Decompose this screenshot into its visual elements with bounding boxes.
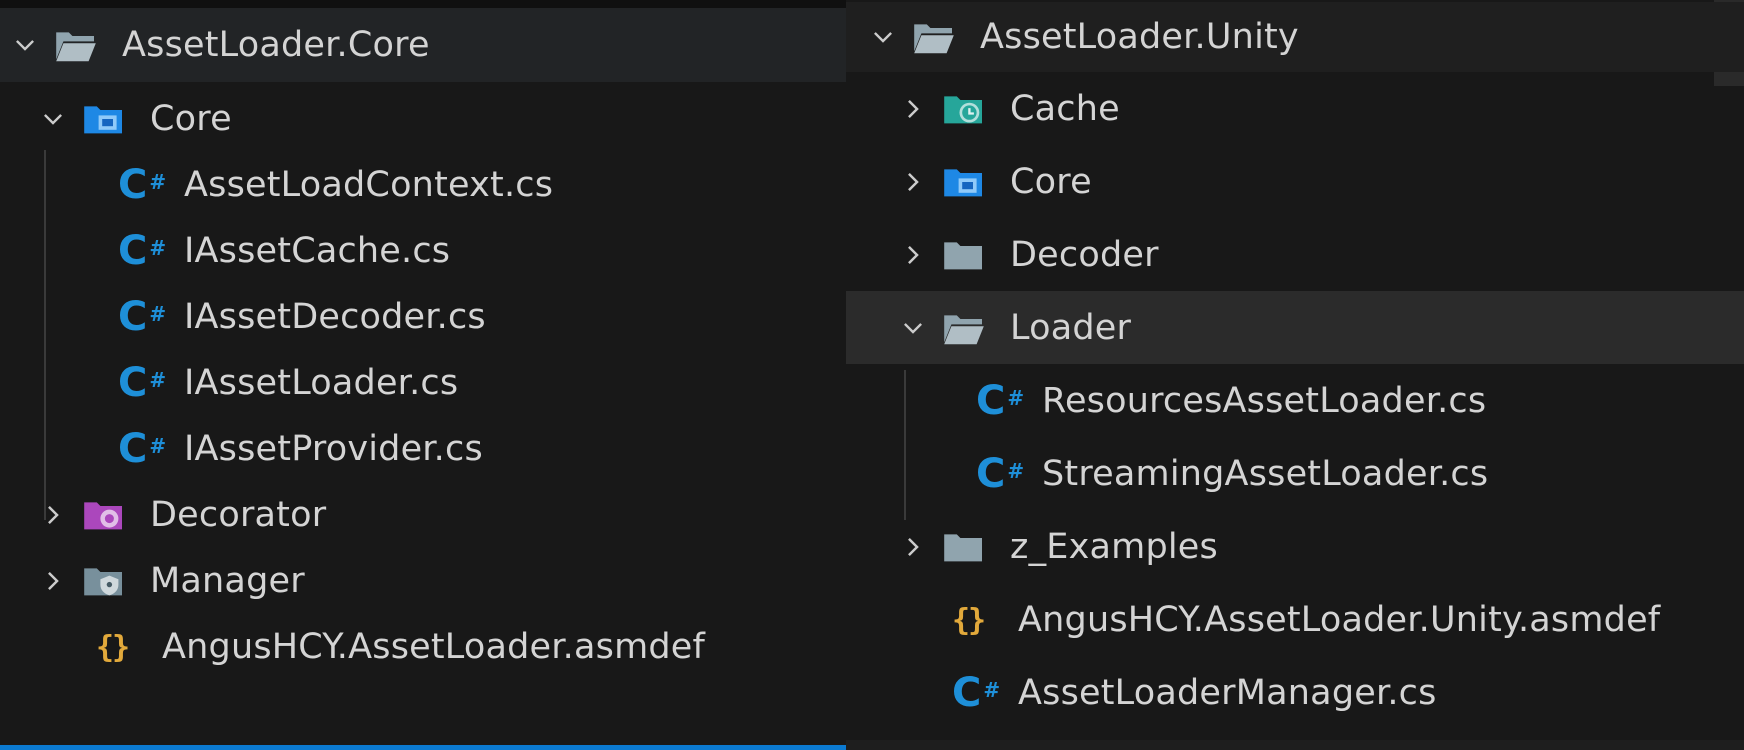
tree-file-iassetcache[interactable]: C # IAssetCache.cs (0, 214, 846, 288)
focus-indicator-bar (0, 745, 846, 750)
tree-item-label: IAssetProvider.cs (184, 429, 483, 469)
chevron-right-icon[interactable] (898, 94, 928, 124)
csharp-icon: C # (118, 228, 167, 274)
tree-file-streamingassetloader[interactable]: C # StreamingAssetLoader.cs (846, 437, 1744, 511)
chevron-right-icon[interactable] (898, 167, 928, 197)
tree-folder-z-examples[interactable]: z_Examples (846, 510, 1744, 584)
tree-root-label: AssetLoader.Unity (980, 17, 1299, 57)
folder-icon (942, 527, 992, 567)
tree-folder-loader[interactable]: Loader (846, 291, 1744, 364)
explorer-pane-left: AssetLoader.Core Core C # AssetLoadContex… (0, 0, 846, 750)
tree-item-label: Loader (1010, 307, 1132, 348)
folder-manager-icon (82, 561, 132, 601)
tree-item-label: AngusHCY.AssetLoader.asmdef (162, 627, 706, 667)
csharp-icon: C # (118, 294, 167, 340)
folder-cache-icon (942, 89, 992, 129)
tree-folder-core[interactable]: Core (0, 82, 846, 156)
next-row-partial (846, 740, 1744, 750)
tree-item-label: IAssetLoader.cs (184, 363, 459, 403)
tree-item-label: Manager (150, 561, 305, 601)
tree-file-iassetdecoder[interactable]: C # IAssetDecoder.cs (0, 280, 846, 354)
csharp-icon: C # (976, 378, 1025, 424)
tree-folder-decorator[interactable]: Decorator (0, 478, 846, 552)
json-braces-icon: {} (952, 602, 986, 638)
tree-file-resourcesassetloader[interactable]: C # ResourcesAssetLoader.cs (846, 364, 1744, 438)
csharp-icon: C # (952, 670, 1001, 716)
chevron-right-icon[interactable] (898, 240, 928, 270)
chevron-right-icon[interactable] (38, 566, 68, 596)
tree-file-assetloadermanager[interactable]: C # AssetLoaderManager.cs (846, 656, 1744, 730)
csharp-icon: C # (118, 162, 167, 208)
chevron-down-icon[interactable] (898, 313, 928, 343)
chevron-down-icon[interactable] (38, 104, 68, 134)
tree-item-label: AssetLoaderManager.cs (1018, 673, 1437, 713)
tree-folder-manager[interactable]: Manager (0, 544, 846, 618)
tree-folder-decoder[interactable]: Decoder (846, 218, 1744, 292)
tree-item-label: Decoder (1010, 235, 1159, 275)
tree-folder-core[interactable]: Core (846, 145, 1744, 219)
top-strip (0, 0, 846, 8)
tree-item-label: IAssetCache.cs (184, 231, 451, 271)
tree-item-label: IAssetDecoder.cs (184, 297, 486, 337)
tree-folder-cache[interactable]: Cache (846, 72, 1744, 146)
csharp-icon: C # (118, 360, 167, 406)
tree-item-label: AssetLoadContext.cs (184, 165, 554, 205)
tree-file-iassetloader[interactable]: C # IAssetLoader.cs (0, 346, 846, 420)
chevron-down-icon[interactable] (10, 30, 40, 60)
tree-item-label: Core (150, 99, 232, 139)
folder-core-icon (942, 162, 992, 202)
tree-root-assetloader-unity[interactable]: AssetLoader.Unity (846, 2, 1744, 72)
folder-open-icon (942, 308, 992, 348)
tree-item-label: AngusHCY.AssetLoader.Unity.asmdef (1018, 600, 1661, 640)
tree-root-assetloader-core[interactable]: AssetLoader.Core (0, 8, 846, 82)
tree-item-label: ResourcesAssetLoader.cs (1042, 381, 1487, 421)
json-braces-icon: {} (96, 629, 130, 665)
csharp-icon: C # (976, 451, 1025, 497)
csharp-icon: C # (118, 426, 167, 472)
tree-item-label: StreamingAssetLoader.cs (1042, 454, 1489, 494)
tree-item-label: Decorator (150, 495, 327, 535)
tree-root-label: AssetLoader.Core (122, 25, 430, 65)
chevron-right-icon[interactable] (898, 532, 928, 562)
folder-open-icon (54, 25, 104, 65)
chevron-down-icon[interactable] (868, 22, 898, 52)
tree-file-assetloadcontext[interactable]: C # AssetLoadContext.cs (0, 148, 846, 222)
tree-file-unity-asmdef[interactable]: {} AngusHCY.AssetLoader.Unity.asmdef (846, 583, 1744, 657)
tree-item-label: Core (1010, 162, 1092, 202)
tree-item-label: Cache (1010, 89, 1120, 129)
tree-file-iassetprovider[interactable]: C # IAssetProvider.cs (0, 412, 846, 486)
folder-core-icon (82, 99, 132, 139)
tree-file-asmdef[interactable]: {} AngusHCY.AssetLoader.asmdef (0, 610, 846, 684)
explorer-pane-right: AssetLoader.Unity Cache Core Decoder Loa… (846, 0, 1744, 750)
folder-icon (942, 235, 992, 275)
folder-decorator-icon (82, 495, 132, 535)
tree-item-label: z_Examples (1010, 527, 1218, 567)
chevron-right-icon[interactable] (38, 500, 68, 530)
folder-open-icon (912, 17, 962, 57)
